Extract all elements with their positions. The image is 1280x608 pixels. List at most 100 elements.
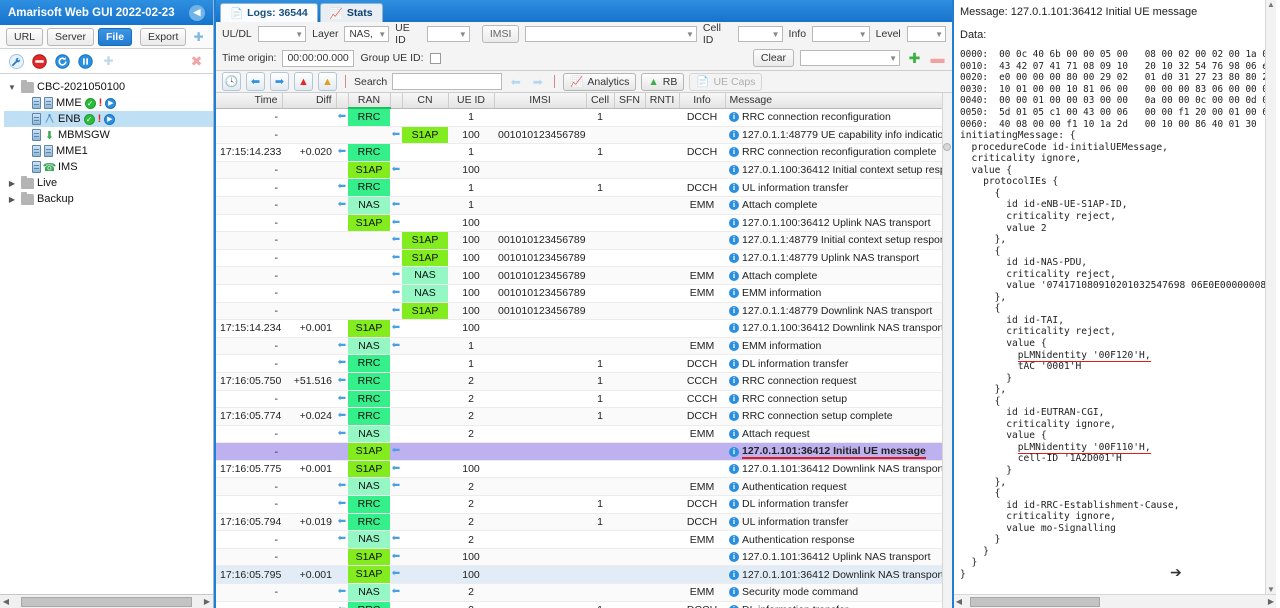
column-header-time[interactable]: Time xyxy=(216,93,283,109)
search-input[interactable] xyxy=(392,73,503,90)
tree-item-live[interactable]: ▶ Live xyxy=(4,175,213,191)
table-row[interactable]: 17:15:14.233 +0.020 ⬅ RRC 1 1 DCCH i RRC connect… xyxy=(216,143,952,162)
layer-select[interactable]: NAS, ▼ xyxy=(344,26,390,42)
server-button[interactable]: Server xyxy=(47,27,94,46)
tree-item-enb[interactable]: ENB ✓ ! ▶ xyxy=(4,111,213,127)
search-next-icon[interactable]: ➡ xyxy=(529,73,546,90)
warning-triangle-icon[interactable]: ▲ xyxy=(318,72,337,91)
detail-vertical-scrollbar[interactable]: ▲ ▼ xyxy=(1265,0,1276,594)
preset-select[interactable]: ▼ xyxy=(800,50,900,66)
table-row[interactable]: - ⬅ NAS 2 EMM i Attach request xyxy=(216,425,952,444)
scrollbar-thumb[interactable] xyxy=(970,596,1100,607)
table-row[interactable]: - ⬅ S1AP 100 001010123456789 i 127.0.1.1:48779… xyxy=(216,302,952,321)
table-row[interactable]: - S1AP ⬅ 100 i 127.0.1.100:36412 Initial cont… xyxy=(216,161,952,180)
file-button[interactable]: File xyxy=(97,27,133,46)
delete-icon[interactable]: ✖ xyxy=(188,53,205,70)
table-row[interactable]: - ⬅ S1AP 100 001010123456789 i 127.0.1.1:48779… xyxy=(216,249,952,268)
column-header-ueid[interactable]: UE ID xyxy=(448,93,495,109)
arrow-left-icon[interactable]: ⬅ xyxy=(246,72,265,91)
table-row[interactable]: - ⬅ NAS 100 001010123456789 EMM i EMM informati… xyxy=(216,284,952,303)
scroll-left-arrow-icon[interactable]: ◀ xyxy=(1,597,11,606)
pause-icon[interactable] xyxy=(77,53,94,70)
url-button[interactable]: URL xyxy=(6,27,44,46)
table-row[interactable]: - S1AP ⬅ 100 i 127.0.1.101:36412 Uplink NAS t… xyxy=(216,548,952,567)
table-row[interactable]: 17:16:05.750 +51.516 ⬅ RRC 2 1 CCCH i RRC connec… xyxy=(216,372,952,391)
tree-item-ims[interactable]: ☎ IMS xyxy=(4,159,213,175)
table-row[interactable]: - ⬅ S1AP 100 001010123456789 i 127.0.1.1:48779… xyxy=(216,126,952,145)
imsi-select[interactable]: ▼ xyxy=(525,26,697,42)
add-filter-icon[interactable]: ✚ xyxy=(906,50,923,67)
analytics-button[interactable]: 📈 Analytics xyxy=(563,72,637,91)
column-header-rnti[interactable]: RNTI xyxy=(645,93,680,109)
table-row[interactable]: - ⬅ S1AP 100 001010123456789 i 127.0.1.1:48779… xyxy=(216,231,952,250)
column-header-diff[interactable]: Diff xyxy=(282,93,337,109)
column-header-cn[interactable]: CN xyxy=(402,93,449,109)
table-row[interactable]: - ⬅ NAS ⬅ 2 EMM i Authentication request xyxy=(216,477,952,497)
uldl-select[interactable]: ▼ xyxy=(257,26,307,42)
column-header-ran[interactable]: RAN xyxy=(348,93,391,109)
table-row[interactable]: - ⬅ NAS ⬅ 2 EMM i Authentication response xyxy=(216,530,952,549)
group-ueid-checkbox[interactable] xyxy=(429,52,441,64)
sidebar-horizontal-scrollbar[interactable]: ◀ ▶ xyxy=(0,594,213,608)
table-row[interactable]: - ⬅ NAS ⬅ 2 EMM i Security mode command xyxy=(216,583,952,602)
table-row[interactable]: 17:16:05.795 +0.001 S1AP ⬅ 100 i 127.0.1.101:3… xyxy=(216,565,952,585)
column-header-info[interactable]: Info xyxy=(679,93,726,109)
scroll-left-arrow-icon[interactable]: ◀ xyxy=(954,597,964,606)
table-row[interactable]: - ⬅ NAS 100 001010123456789 EMM i Attach comple… xyxy=(216,266,952,285)
table-row[interactable]: - ⬅ NAS ⬅ 1 EMM i EMM information xyxy=(216,337,952,356)
clock-icon[interactable]: 🕓 xyxy=(222,72,241,91)
chevron-right-icon[interactable]: ▶ xyxy=(6,195,18,204)
scrollbar-thumb[interactable] xyxy=(21,596,192,607)
table-row[interactable]: 17:15:14.234 +0.001 S1AP ⬅ 100 i 127.0.1.100:3… xyxy=(216,319,952,338)
column-header-imsi[interactable]: IMSI xyxy=(494,93,587,109)
play-icon[interactable]: ▶ xyxy=(105,97,117,109)
column-header-sfn[interactable]: SFN xyxy=(614,93,646,109)
imsi-button[interactable]: IMSI xyxy=(481,25,520,43)
table-row[interactable]: - ⬅ RRC 1 1 DCCH i DL information transfer xyxy=(216,354,952,373)
table-row[interactable]: - ⬅ NAS ⬅ 1 EMM i Attach complete xyxy=(216,196,952,215)
scroll-right-arrow-icon[interactable]: ▶ xyxy=(1266,597,1276,606)
table-row[interactable]: 17:16:05.775 +0.001 S1AP ⬅ 100 i 127.0.1.101:3… xyxy=(216,460,952,479)
tree-item-backup[interactable]: ▶ Backup xyxy=(4,191,213,207)
refresh-icon[interactable] xyxy=(54,53,71,70)
scroll-right-arrow-icon[interactable]: ▶ xyxy=(202,597,212,606)
ueid-select[interactable]: ▼ xyxy=(426,26,470,42)
clear-button[interactable]: Clear xyxy=(752,49,794,67)
table-row[interactable]: - ⬅ RRC 2 1 CCCH i RRC connection setup xyxy=(216,390,952,409)
detail-horizontal-scrollbar[interactable]: ◀ ▶ xyxy=(954,594,1276,608)
tree-item-mbmsgw[interactable]: ⬇ MBMSGW xyxy=(4,127,213,143)
level-select[interactable]: ▼ xyxy=(906,26,946,42)
remove-filter-icon[interactable]: ▬ xyxy=(929,50,946,67)
tab-logs[interactable]: 📄 Logs: 36544 xyxy=(220,3,318,22)
table-row[interactable]: 17:16:05.794 +0.019 ⬅ RRC 2 1 DCCH i UL informat… xyxy=(216,513,952,532)
search-prev-icon[interactable]: ⬅ xyxy=(507,73,524,90)
scrollbar-thumb[interactable] xyxy=(943,143,951,151)
table-row[interactable]: - ⬅ RRC 1 1 DCCH i UL information transfer xyxy=(216,178,952,197)
chevron-right-icon[interactable]: ▶ xyxy=(6,179,18,188)
table-row[interactable]: -⬅RRC21DCCHiDL information transfer xyxy=(216,495,952,514)
cellid-select[interactable]: ▼ xyxy=(737,26,783,42)
tree-item-mme1[interactable]: MME1 xyxy=(4,143,213,159)
tree-item-cbc[interactable]: ▼ CBC-2021050100 xyxy=(4,79,213,95)
table-row[interactable]: - S1AP ⬅ 100 i 127.0.1.100:36412 Uplink NAS t… xyxy=(216,214,952,233)
table-row[interactable]: 17:16:05.774 +0.024 ⬅ RRC 2 1 DCCH i RRC connect… xyxy=(216,407,952,426)
add-icon[interactable]: ✚ xyxy=(190,28,207,45)
table-row[interactable]: -⬅RRC21DCCHiDL information transfer xyxy=(216,601,952,608)
export-button[interactable]: Export xyxy=(140,27,187,46)
column-header-cell[interactable]: Cell xyxy=(586,93,615,109)
stop-icon[interactable] xyxy=(31,53,48,70)
tree-item-mme[interactable]: MME ✓ ! ▶ xyxy=(4,95,213,111)
logs-vertical-scrollbar[interactable] xyxy=(942,93,952,608)
table-row[interactable]: - ⬅ RRC 1 1 DCCH i RRC connection reconfigurati… xyxy=(216,108,952,127)
arrow-right-icon[interactable]: ➡ xyxy=(270,72,289,91)
wrench-icon[interactable] xyxy=(8,53,25,70)
column-header-message[interactable]: Message xyxy=(725,93,952,109)
error-triangle-icon[interactable]: ▲ xyxy=(294,72,313,91)
scroll-down-arrow-icon[interactable]: ▼ xyxy=(1267,585,1275,594)
play-icon[interactable]: ▶ xyxy=(104,113,116,125)
info-select[interactable]: ▼ xyxy=(812,26,870,42)
table-row[interactable]: - S1AP ⬅ i 127.0.1.101:36412 Initial UE mess… xyxy=(216,442,952,461)
chevron-down-icon[interactable]: ▼ xyxy=(6,83,18,92)
rb-button[interactable]: ▲ RB xyxy=(641,72,685,91)
tab-stats[interactable]: 📈 Stats xyxy=(319,3,383,22)
